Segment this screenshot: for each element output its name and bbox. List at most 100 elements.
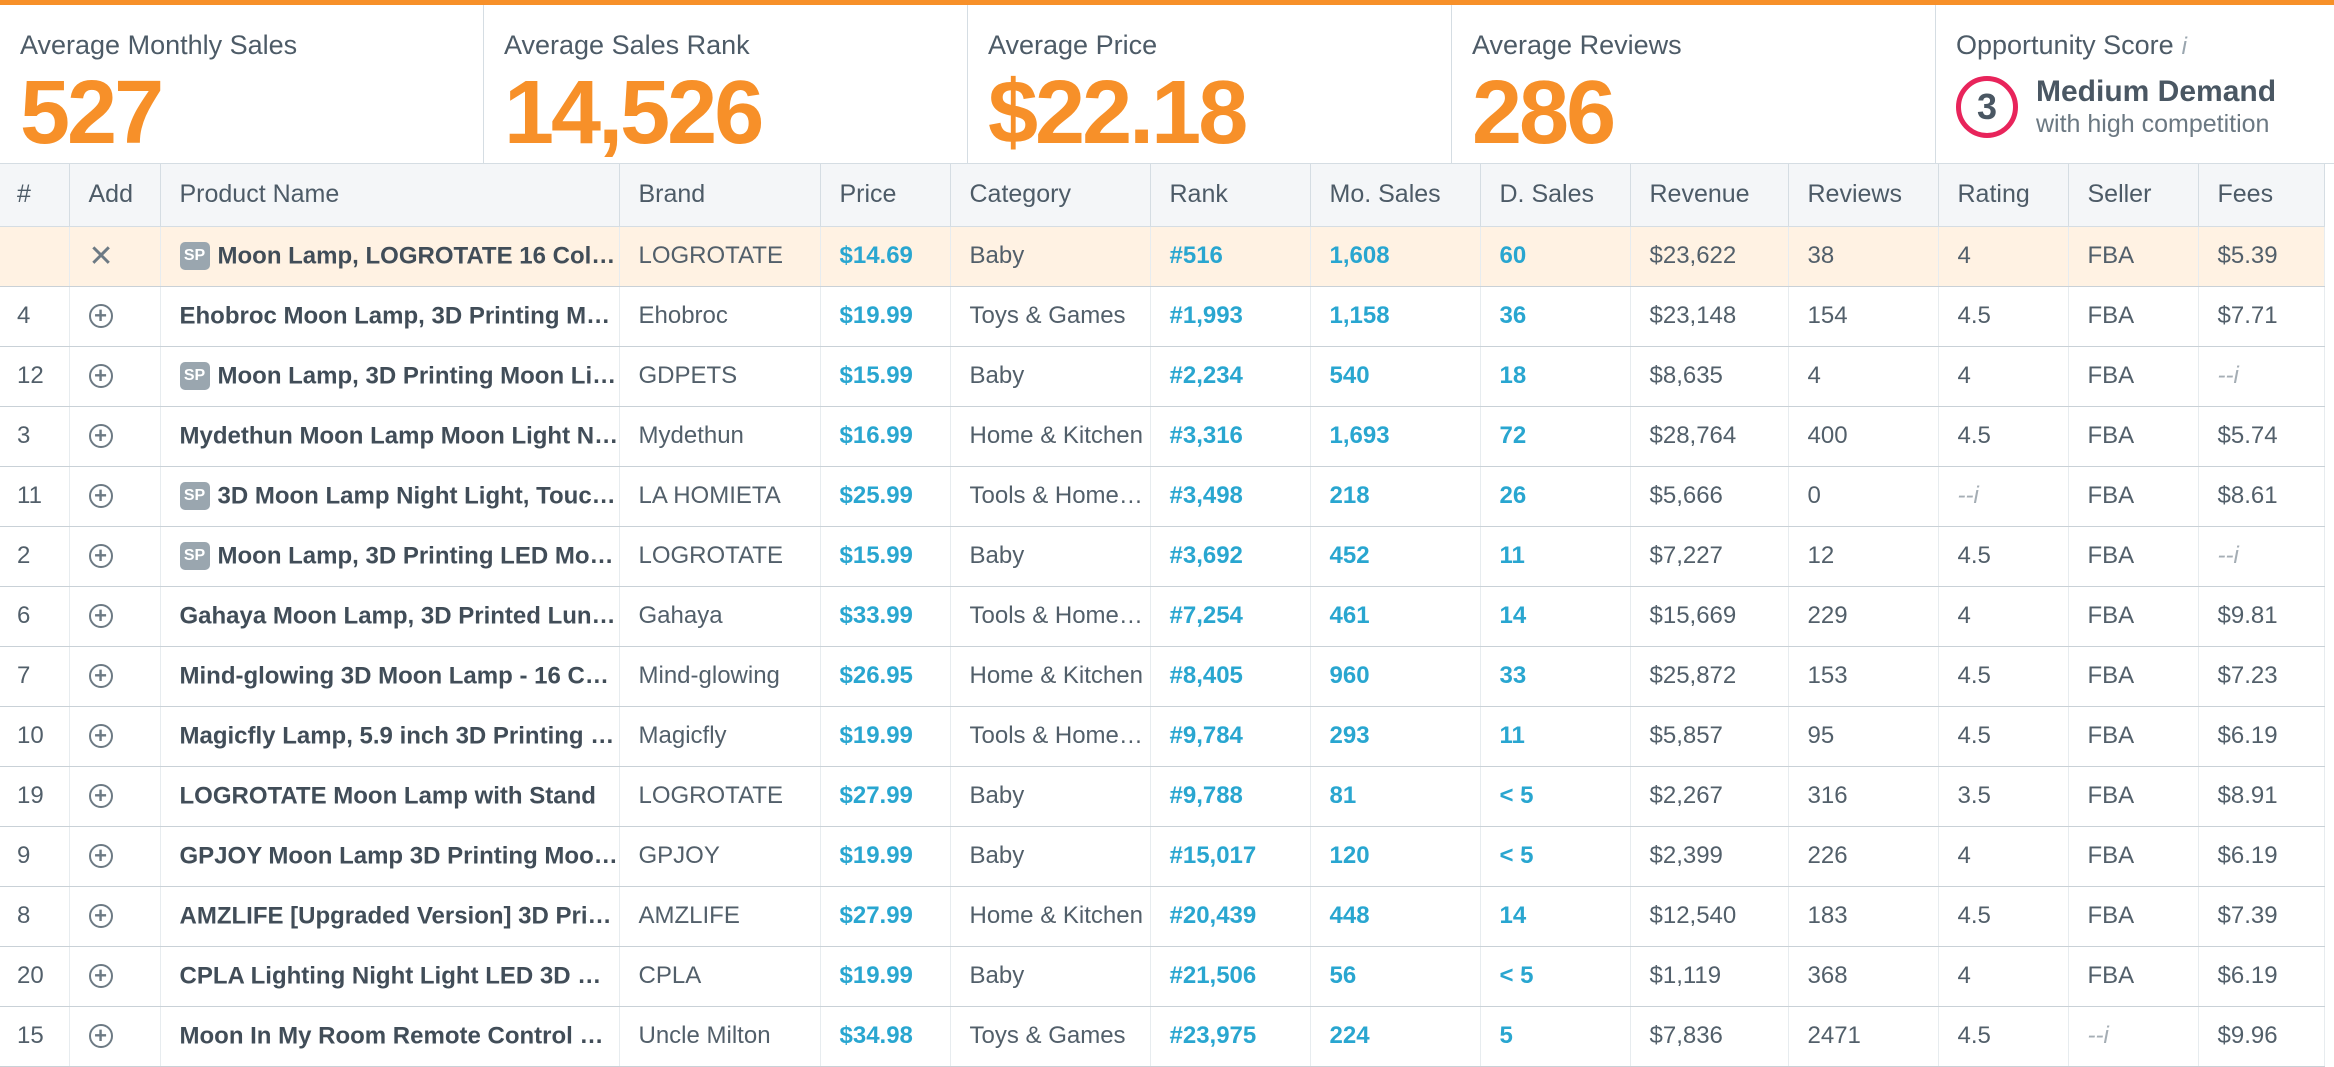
revenue-cell: $28,764 (1630, 406, 1789, 467)
product-name-cell[interactable]: LOGROTATE Moon Lamp with Stand (160, 766, 620, 827)
product-name-link[interactable]: Mydethun Moon Lamp Moon Light Night Ligh… (180, 422, 619, 449)
table-row[interactable]: 10 + Magicfly Lamp, 5.9 inch 3D Printing M… (0, 706, 2325, 767)
info-icon[interactable]: i (2182, 33, 2187, 60)
product-name-cell[interactable]: Mind-glowing 3D Moon Lamp - 16 Colors (160, 646, 620, 707)
table-row[interactable]: 11 + SP 3D Moon Lamp Night Light, Touch Con… (0, 466, 2325, 527)
product-name-cell[interactable]: Ehobroc Moon Lamp, 3D Printing Moon Ligh… (160, 286, 620, 347)
seller-cell: FBA (2068, 406, 2199, 467)
add-circle-icon[interactable]: + (88, 304, 113, 328)
rating-cell: 4 (1938, 826, 2069, 887)
rating-cell: 4 (1938, 346, 2069, 407)
product-name-link[interactable]: Ehobroc Moon Lamp, 3D Printing Moon Ligh… (180, 302, 619, 329)
product-name-link[interactable]: LOGROTATE Moon Lamp with Stand (180, 782, 596, 809)
add-circle-icon[interactable]: + (88, 724, 113, 748)
table-row[interactable]: 20 + CPLA Lighting Night Light LED 3D Moon… (0, 946, 2325, 1007)
revenue-cell: $7,227 (1630, 526, 1789, 587)
add-circle-icon[interactable]: + (88, 784, 113, 808)
product-name-link[interactable]: Moon Lamp, LOGROTATE 16 Colors LED 3D Pr… (218, 242, 619, 269)
product-name-cell[interactable]: SP Moon Lamp, 3D Printing Moon Light (160, 346, 620, 407)
product-name-link[interactable]: Moon Lamp, 3D Printing Moon Light (218, 362, 619, 389)
column-header-revenue[interactable]: Revenue (1630, 164, 1789, 227)
column-header-price[interactable]: Price (820, 164, 951, 227)
add-circle-icon[interactable]: + (88, 364, 113, 388)
action-cell: + (69, 706, 161, 767)
column-header-num[interactable]: # (0, 164, 70, 227)
table-row[interactable]: 12 + SP Moon Lamp, 3D Printing Moon Light GD… (0, 346, 2325, 407)
column-header-rank[interactable]: Rank (1150, 164, 1311, 227)
brand-cell: LOGROTATE (619, 226, 821, 287)
add-circle-icon[interactable]: + (88, 664, 113, 688)
table-row[interactable]: 4 + Ehobroc Moon Lamp, 3D Printing Moon Li… (0, 286, 2325, 347)
product-name-link[interactable]: Magicfly Lamp, 5.9 inch 3D Printing Moon… (180, 722, 619, 749)
table-row[interactable]: 19 + LOGROTATE Moon Lamp with Stand LOGROTA… (0, 766, 2325, 827)
product-name-cell[interactable]: SP Moon Lamp, 3D Printing LED Moon Light (160, 526, 620, 587)
table-row[interactable]: 15 + Moon In My Room Remote Control Night … (0, 1006, 2325, 1067)
table-header: # Add Product Name Brand Price Category Rank Mo… (0, 164, 2325, 227)
revenue-cell: $12,540 (1630, 886, 1789, 947)
add-circle-icon[interactable]: + (88, 604, 113, 628)
column-header-product-name[interactable]: Product Name (160, 164, 620, 227)
reviews-cell: 4 (1788, 346, 1939, 407)
column-header-d-sales[interactable]: D. Sales (1480, 164, 1631, 227)
product-name-link[interactable]: Moon In My Room Remote Control Night Lig… (180, 1022, 619, 1049)
rating-cell: 4 (1938, 586, 2069, 647)
product-name-cell[interactable]: Gahaya Moon Lamp, 3D Printed Lunar Lamp (160, 586, 620, 647)
column-header-category[interactable]: Category (950, 164, 1151, 227)
product-name-cell[interactable]: CPLA Lighting Night Light LED 3D Moon La… (160, 946, 620, 1007)
column-header-add[interactable]: Add (69, 164, 161, 227)
table-row[interactable]: 3 + Mydethun Moon Lamp Moon Light Night Li… (0, 406, 2325, 467)
column-header-mo-sales[interactable]: Mo. Sales (1310, 164, 1481, 227)
monthly-sales-cell: 1,693 (1310, 406, 1481, 467)
add-circle-icon[interactable]: + (88, 904, 113, 928)
product-name-link[interactable]: AMZLIFE [Upgraded Version] 3D Printing M… (180, 902, 619, 929)
product-name-link[interactable]: Mind-glowing 3D Moon Lamp - 16 Colors (180, 662, 619, 689)
column-header-rating[interactable]: Rating (1938, 164, 2069, 227)
opportunity-body: 3 Medium Demand with high competition (1956, 75, 2334, 139)
product-name-cell[interactable]: Magicfly Lamp, 5.9 inch 3D Printing Moon… (160, 706, 620, 767)
add-circle-icon[interactable]: + (88, 844, 113, 868)
add-circle-icon[interactable]: + (88, 964, 113, 988)
rating-cell: 4.5 (1938, 706, 2069, 767)
column-header-seller[interactable]: Seller (2068, 164, 2199, 227)
product-name-link[interactable]: GPJOY Moon Lamp 3D Printing Moon Light (180, 842, 619, 869)
product-name-link[interactable]: Moon Lamp, 3D Printing LED Moon Light (218, 542, 619, 569)
brand-cell: LOGROTATE (619, 526, 821, 587)
product-name-cell[interactable]: Mydethun Moon Lamp Moon Light Night Ligh… (160, 406, 620, 467)
seller-cell: FBA (2068, 586, 2199, 647)
price-cell: $19.99 (820, 946, 951, 1007)
add-circle-icon[interactable]: + (88, 544, 113, 568)
product-name-cell[interactable]: SP 3D Moon Lamp Night Light, Touch Contro… (160, 466, 620, 527)
column-header-fees[interactable]: Fees (2198, 164, 2325, 227)
daily-sales-cell: 26 (1480, 466, 1631, 527)
monthly-sales-cell: 448 (1310, 886, 1481, 947)
column-header-reviews[interactable]: Reviews (1788, 164, 1939, 227)
category-cell: Home & Kitchen (950, 406, 1151, 467)
add-circle-icon[interactable]: + (88, 484, 113, 508)
column-header-brand[interactable]: Brand (619, 164, 821, 227)
sponsored-badge: SP (179, 542, 210, 571)
table-row[interactable]: ✕ SP Moon Lamp, LOGROTATE 16 Colors LED 3D… (0, 226, 2325, 287)
revenue-cell: $23,148 (1630, 286, 1789, 347)
product-name-cell[interactable]: SP Moon Lamp, LOGROTATE 16 Colors LED 3D … (160, 226, 620, 287)
product-name-cell[interactable]: Moon In My Room Remote Control Night Lig… (160, 1006, 620, 1067)
product-name-link[interactable]: Gahaya Moon Lamp, 3D Printed Lunar Lamp (180, 602, 619, 629)
rank-cell: #3,692 (1150, 526, 1311, 587)
monthly-sales-cell: 120 (1310, 826, 1481, 887)
table-row[interactable]: 8 + AMZLIFE [Upgraded Version] 3D Printing… (0, 886, 2325, 947)
fees-cell: $5.74 (2198, 406, 2325, 467)
product-name-cell[interactable]: GPJOY Moon Lamp 3D Printing Moon Light (160, 826, 620, 887)
summary-stats: Average Monthly Sales 527 Average Sales … (0, 5, 2334, 164)
product-name-cell[interactable]: AMZLIFE [Upgraded Version] 3D Printing M… (160, 886, 620, 947)
product-name-link[interactable]: 3D Moon Lamp Night Light, Touch Control (218, 482, 619, 509)
add-circle-icon[interactable]: + (88, 1024, 113, 1048)
action-cell: + (69, 526, 161, 587)
add-circle-icon[interactable]: + (88, 424, 113, 448)
table-row[interactable]: 6 + Gahaya Moon Lamp, 3D Printed Lunar Lam… (0, 586, 2325, 647)
price-cell: $19.99 (820, 706, 951, 767)
table-row[interactable]: 7 + Mind-glowing 3D Moon Lamp - 16 Colors M… (0, 646, 2325, 707)
table-row[interactable]: 9 + GPJOY Moon Lamp 3D Printing Moon Light… (0, 826, 2325, 887)
table-row[interactable]: 2 + SP Moon Lamp, 3D Printing LED Moon Ligh… (0, 526, 2325, 587)
close-icon[interactable]: ✕ (89, 240, 114, 273)
reviews-cell: 38 (1788, 226, 1939, 287)
product-name-link[interactable]: CPLA Lighting Night Light LED 3D Moon La… (180, 962, 619, 989)
